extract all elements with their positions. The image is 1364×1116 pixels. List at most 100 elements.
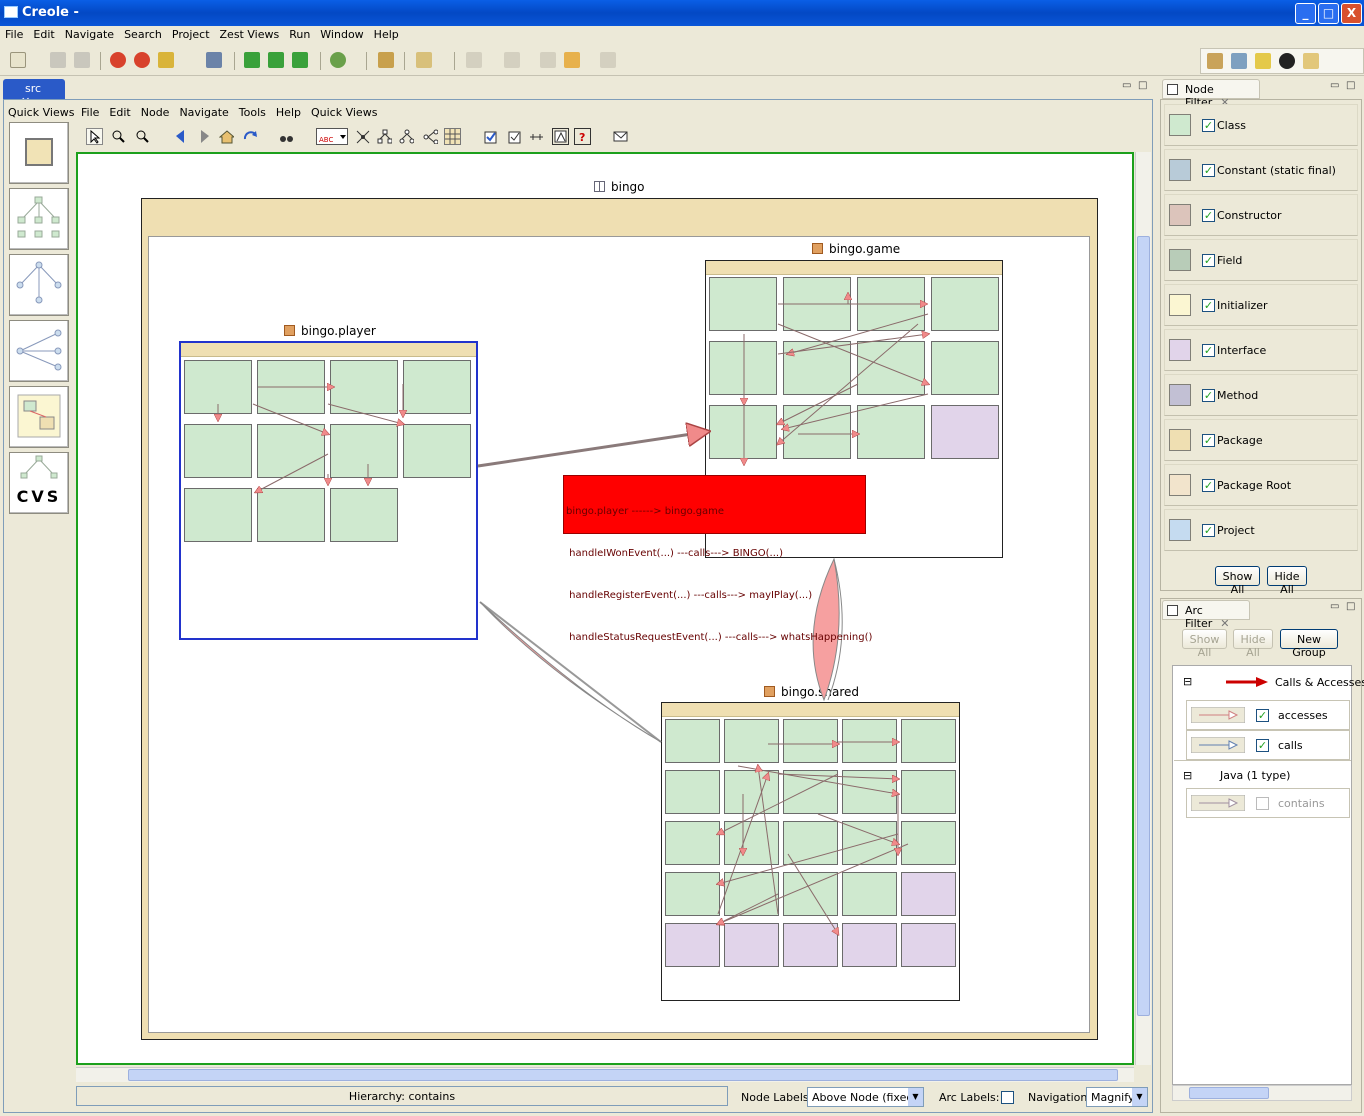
- arc-item-accesses[interactable]: ✓ accesses: [1186, 700, 1350, 730]
- inner-menu-navigate[interactable]: Navigate: [174, 104, 233, 119]
- new-group-button[interactable]: New Group: [1280, 629, 1338, 659]
- arc-show-all-button[interactable]: Show All: [1182, 629, 1227, 659]
- arc-item-contains[interactable]: contains: [1186, 788, 1350, 818]
- refresh-icon[interactable]: [242, 128, 259, 145]
- collapse-icon[interactable]: ⊟: [1183, 769, 1192, 782]
- menu-edit[interactable]: Edit: [28, 26, 59, 41]
- perspective2-icon[interactable]: [1231, 53, 1247, 69]
- node-filter-row[interactable]: ✓ Class: [1164, 104, 1358, 146]
- bookmark-icon[interactable]: [158, 52, 174, 68]
- node-type-checkbox[interactable]: ✓: [1202, 524, 1215, 537]
- graph-icon[interactable]: [244, 52, 260, 68]
- node-type-checkbox[interactable]: ✓: [1202, 434, 1215, 447]
- vertical-scrollbar[interactable]: [1135, 152, 1151, 1065]
- arc-labels-checkbox[interactable]: [1001, 1091, 1014, 1104]
- grid-layout-icon[interactable]: [444, 128, 461, 145]
- edge-player-game[interactable]: [477, 432, 705, 468]
- back-icon[interactable]: [564, 52, 580, 68]
- save-icon[interactable]: [50, 52, 66, 68]
- calls-checkbox[interactable]: ✓: [1256, 739, 1269, 752]
- hierarchy-icon[interactable]: [528, 128, 545, 145]
- minimize-view-icon[interactable]: ▭: [1122, 80, 1131, 91]
- node-labels-select[interactable]: Above Node (fixed) ▼: [807, 1087, 924, 1107]
- node-type-checkbox[interactable]: ✓: [1202, 389, 1215, 402]
- node-type-checkbox[interactable]: ✓: [1202, 119, 1215, 132]
- creole-perspective-icon[interactable]: [1279, 53, 1295, 69]
- annotation2-icon[interactable]: [504, 52, 520, 68]
- back-disabled-icon[interactable]: [540, 52, 556, 68]
- maximize-button[interactable]: □: [1318, 3, 1339, 24]
- quick-view-nested[interactable]: [9, 386, 69, 448]
- arc-filter-icon[interactable]: [506, 128, 523, 145]
- minimize-view-icon[interactable]: ▭: [1330, 601, 1339, 612]
- show-all-button[interactable]: Show All: [1215, 566, 1260, 596]
- horizontal-layout-icon[interactable]: [422, 128, 439, 145]
- graph2-icon[interactable]: [268, 52, 284, 68]
- node-type-checkbox[interactable]: ✓: [1202, 209, 1215, 222]
- menu-zest-views[interactable]: Zest Views: [215, 26, 285, 41]
- quick-view-package-view[interactable]: [9, 122, 69, 184]
- contains-checkbox[interactable]: [1256, 797, 1269, 810]
- menu-navigate[interactable]: Navigate: [60, 26, 119, 41]
- maximize-view-icon[interactable]: □: [1346, 80, 1355, 91]
- tree-layout-icon[interactable]: [376, 128, 393, 145]
- graph3-icon[interactable]: [292, 52, 308, 68]
- arc-hide-all-button[interactable]: Hide All: [1233, 629, 1273, 659]
- java-perspective-icon[interactable]: [1303, 53, 1319, 69]
- graph-canvas[interactable]: bingo bingo.game bingo.player bingo.shar…: [76, 152, 1134, 1065]
- run-icon[interactable]: [330, 52, 346, 68]
- arc-item-calls[interactable]: ✓ calls: [1186, 730, 1350, 760]
- arc-filter-scroll-thumb[interactable]: [1189, 1087, 1269, 1099]
- node-filter-row[interactable]: ✓ Field: [1164, 239, 1358, 281]
- home-icon[interactable]: [218, 128, 236, 145]
- close-button[interactable]: X: [1341, 3, 1362, 24]
- inner-menu-node[interactable]: Node: [136, 104, 175, 119]
- node-type-checkbox[interactable]: ✓: [1202, 299, 1215, 312]
- tools-icon[interactable]: [206, 52, 222, 68]
- creole-refresh-icon[interactable]: [110, 52, 126, 68]
- inner-menu-help[interactable]: Help: [271, 104, 306, 119]
- forward-icon[interactable]: [600, 52, 616, 68]
- node-filter-row[interactable]: ✓ Project: [1164, 509, 1358, 551]
- arc-group-java[interactable]: ⊟ Java (1 type): [1174, 760, 1351, 790]
- inner-menu-edit[interactable]: Edit: [104, 104, 135, 119]
- menu-project[interactable]: Project: [167, 26, 215, 41]
- editor-tab-src[interactable]: src ✕: [3, 79, 65, 108]
- select-tool-icon[interactable]: [86, 128, 103, 145]
- node-filter-row[interactable]: ✓ Constructor: [1164, 194, 1358, 236]
- arc-filter-hscroll[interactable]: [1172, 1085, 1352, 1101]
- node-filter-row[interactable]: ✓ Package: [1164, 419, 1358, 461]
- spring-layout-icon[interactable]: [354, 128, 371, 145]
- inner-menu-quick-views[interactable]: Quick Views: [306, 104, 382, 119]
- navigation-select[interactable]: Magnify ▼: [1086, 1087, 1148, 1107]
- quick-view-cvs[interactable]: CVS: [9, 452, 69, 514]
- menu-search[interactable]: Search: [119, 26, 167, 41]
- menu-help[interactable]: Help: [369, 26, 404, 41]
- node-filter-row[interactable]: ✓ Constant (static final): [1164, 149, 1358, 191]
- label-style-dropdown[interactable]: ABC: [316, 128, 348, 145]
- collapse-icon[interactable]: ⊟: [1183, 675, 1192, 688]
- export-icon[interactable]: [552, 128, 569, 145]
- annotation-icon[interactable]: [466, 52, 482, 68]
- creole-refresh2-icon[interactable]: [134, 52, 150, 68]
- back-arrow-icon[interactable]: [172, 128, 189, 145]
- minimize-button[interactable]: _: [1295, 3, 1316, 24]
- help-icon[interactable]: ?: [574, 128, 591, 145]
- minimize-view-icon[interactable]: ▭: [1330, 80, 1339, 91]
- cvs-perspective-icon[interactable]: [1255, 53, 1271, 69]
- forward-arrow-icon[interactable]: [196, 128, 213, 145]
- new-icon[interactable]: [10, 52, 26, 68]
- node-filter-row[interactable]: ✓ Initializer: [1164, 284, 1358, 326]
- inner-menu-file[interactable]: File: [76, 104, 104, 119]
- inner-menu-tools[interactable]: Tools: [234, 104, 271, 119]
- menu-run[interactable]: Run: [284, 26, 315, 41]
- find-icon[interactable]: [278, 128, 295, 145]
- zoom-out-icon[interactable]: [134, 128, 151, 145]
- zoom-in-icon[interactable]: [110, 128, 127, 145]
- node-filter-row[interactable]: ✓ Interface: [1164, 329, 1358, 371]
- menu-window[interactable]: Window: [315, 26, 368, 41]
- search-icon[interactable]: [416, 52, 432, 68]
- arc-filter-tab[interactable]: Arc Filter ✕: [1162, 600, 1250, 630]
- vertical-scroll-thumb[interactable]: [1137, 236, 1150, 1016]
- node-type-checkbox[interactable]: ✓: [1202, 254, 1215, 267]
